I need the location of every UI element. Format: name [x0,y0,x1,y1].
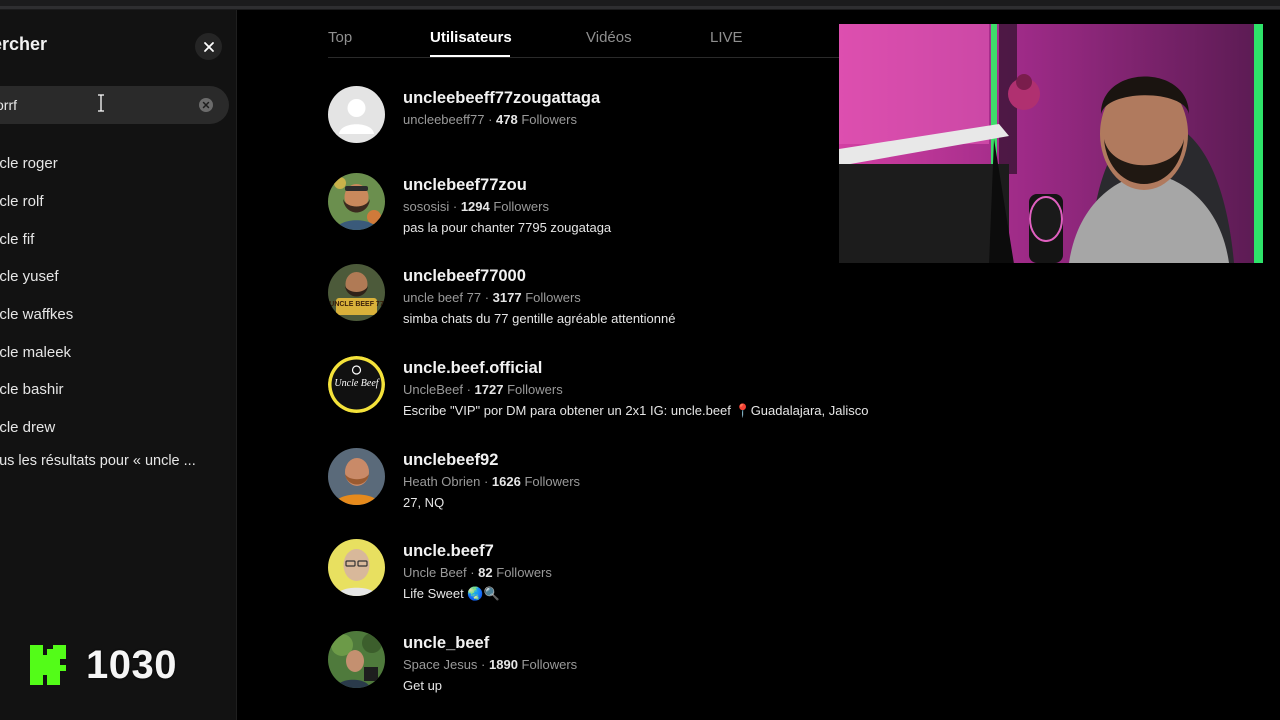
followers-label: Followers [525,290,581,305]
panel-title: ercher [0,34,48,54]
tab-top[interactable]: Top [328,29,352,46]
suggestion-item[interactable]: ncle bashir [0,371,237,409]
nickname: uncle beef 77 [403,290,482,305]
username: unclebeef77000 [403,267,526,285]
suggestion-list: ncle roger ncle rolf ncle fif ncle yusef… [0,145,237,447]
webcam-overlay [839,24,1263,263]
user-bio: Escribe "VIP" por DM para obtener un 2x1… [403,403,869,418]
photo-avatar [328,448,385,505]
user-bio: pas la pour chanter 7795 zougataga [403,220,612,235]
webcam-feed-image [839,24,1263,263]
suggestion-item[interactable]: ncle waffkes [0,296,237,334]
username: uncle.beef7 [403,542,494,560]
user-bio: simba chats du 77 gentille agréable atte… [403,311,676,326]
tab-users[interactable]: Utilisateurs [430,29,512,46]
separator: · [477,657,489,672]
username: uncle_beef [403,634,490,652]
user-meta: uncleebeeff77 · 478 Followers [403,112,577,127]
search-panel: ercher ncle roger ncle rolf ncle fif ncl… [0,10,237,720]
username: uncle.beef.official [403,359,543,377]
user-result-item[interactable]: uncle_beef Space Jesus · 1890 Followers … [328,631,1228,711]
window-top-bar [0,0,1280,10]
user-meta: Heath Obrien · 1626 Followers [403,474,580,489]
follower-count: 1727 [474,382,504,397]
result-tabs: Top Utilisateurs Vidéos LIVE [328,24,840,58]
separator: · [484,112,497,127]
nickname: sososisi [403,199,450,214]
followers-label: Followers [521,112,577,127]
nickname: Uncle Beef [403,565,467,580]
followers-label: Followers [524,474,581,489]
all-results-link[interactable]: ous les résultats pour « uncle ... [0,453,231,469]
user-bio: Life Sweet 🌏🔍 [403,586,500,601]
follower-count: 1890 [489,657,518,672]
user-result-item[interactable]: uncle.beef7 Uncle Beef · 82 Followers Li… [328,539,1228,619]
clear-icon [202,101,210,109]
user-bio: 27, NQ [403,495,445,510]
close-icon [203,41,214,52]
user-result-item[interactable]: UNCLE BEEF 77 unclebeef77000 uncle beef … [328,264,1228,344]
username: unclebeef92 [403,451,499,469]
default-avatar-icon [328,86,385,143]
user-meta: sososisi · 1294 Followers [403,199,549,214]
close-button[interactable] [195,33,222,60]
followers-label: Followers [493,199,549,214]
uncle-beef-logo-avatar: Uncle Beef [328,356,385,413]
kick-follower-badge: 1030 [30,645,177,685]
avatar-logo-text: Uncle Beef [334,378,379,389]
uncle-beef-77-avatar: UNCLE BEEF 77 [328,264,385,321]
nickname: UncleBeef [403,382,463,397]
user-result-item[interactable]: Uncle Beef uncle.beef.official UncleBeef… [328,356,1228,436]
search-input[interactable] [0,95,156,115]
suggestion-item[interactable]: ncle fif [0,220,237,258]
search-box [0,86,229,124]
photo-avatar [328,631,385,688]
tab-videos[interactable]: Vidéos [586,29,632,46]
follower-count: 1626 [491,474,521,489]
nickname: Heath Obrien [403,474,481,489]
suggestion-item[interactable]: ncle rolf [0,183,237,221]
user-meta: Space Jesus · 1890 Followers [403,657,577,672]
separator: · [481,290,493,305]
separator: · [480,474,492,489]
followers-label: Followers [521,657,578,672]
user-meta: Uncle Beef · 82 Followers [403,565,552,580]
avatar-logo-text: UNCLE BEEF 77 [329,301,384,308]
suggestion-item[interactable]: ncle roger [0,145,237,183]
separator: · [466,565,479,580]
followers-label: Followers [507,382,563,397]
separator: · [462,382,475,397]
cartoon-avatar [328,173,385,230]
photo-avatar [328,539,385,596]
user-bio: Get up [403,678,443,693]
user-result-item[interactable]: unclebeef92 Heath Obrien · 1626 Follower… [328,448,1228,528]
followers-label: Followers [496,565,552,580]
follower-count: 82 [478,565,493,580]
suggestion-item[interactable]: ncle drew [0,409,237,447]
separator: · [449,199,461,214]
tab-live[interactable]: LIVE [710,29,743,46]
follower-count: 1294 [460,199,490,214]
suggestion-item[interactable]: ncle yusef [0,258,237,296]
clear-search-button[interactable] [199,98,213,112]
kick-logo-icon [30,645,66,685]
follower-count: 3177 [492,290,522,305]
text-cursor-icon [98,94,104,112]
follower-count: 1030 [86,643,177,687]
username: unclebeef77zou [403,176,527,194]
user-meta: UncleBeef · 1727 Followers [403,382,563,397]
nickname: Space Jesus [403,657,478,672]
nickname: uncleebeeff77 [403,112,485,127]
active-tab-indicator [430,55,510,57]
suggestion-item[interactable]: ncle maleek [0,333,237,371]
user-meta: uncle beef 77 · 3177 Followers [403,290,581,305]
follower-count: 478 [496,112,518,127]
username: uncleebeeff77zougattaga [403,89,601,107]
